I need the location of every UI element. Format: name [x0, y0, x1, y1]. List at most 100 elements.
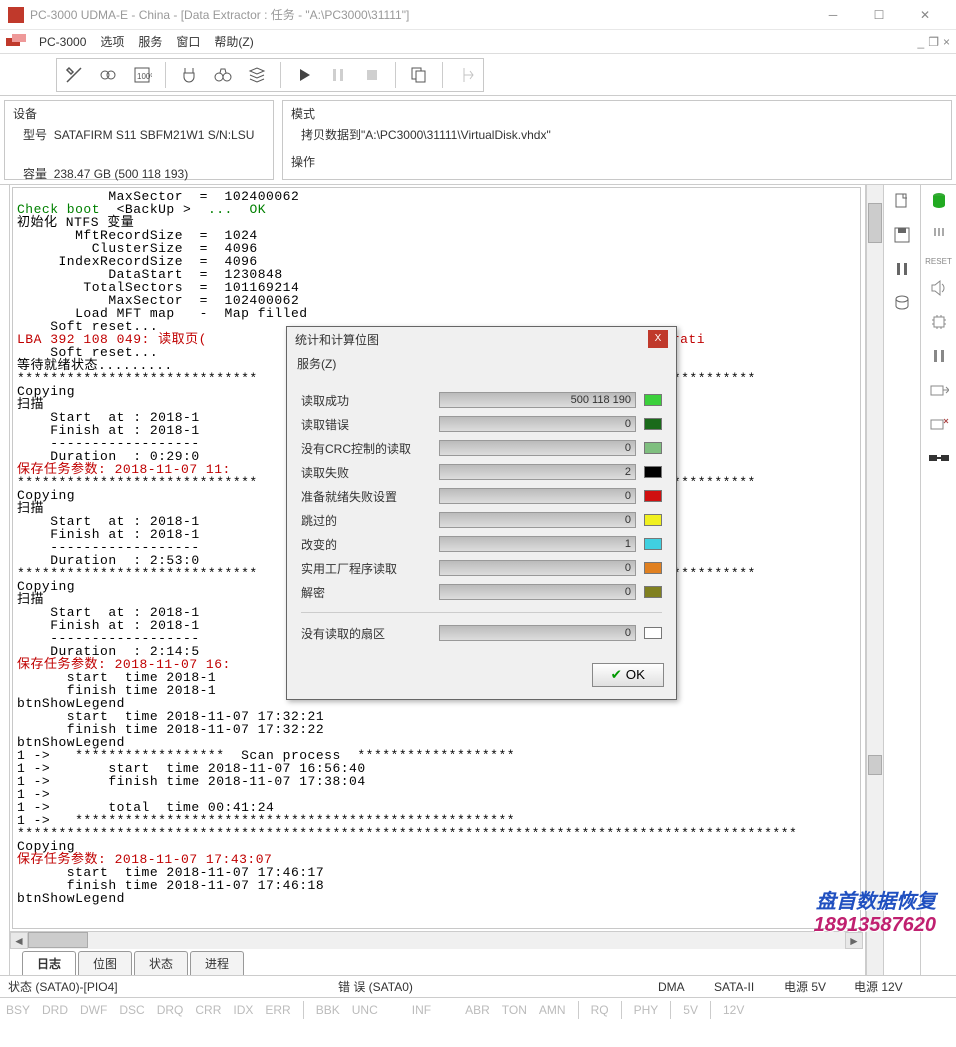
mdi-close-icon[interactable]: ×	[943, 35, 950, 49]
dialog-body: 读取成功500 118 190读取错误0没有CRC控制的读取0读取失败2准备就绪…	[287, 378, 676, 655]
pause-side-icon[interactable]	[889, 257, 915, 281]
save-icon[interactable]	[889, 223, 915, 247]
stat-row: 跳过的0	[301, 508, 662, 532]
cell-blank2	[437, 1003, 459, 1017]
pause-icon[interactable]	[325, 62, 351, 88]
stat-label: 读取失败	[301, 464, 431, 481]
stat-bar: 0	[439, 512, 636, 528]
scroll-left-icon[interactable]: ◄	[10, 932, 28, 949]
device-header: 设备	[13, 105, 265, 122]
play-icon[interactable]	[291, 62, 317, 88]
stat-color-chip	[644, 586, 662, 598]
tab-strip: 日志 位图 状态 进程	[10, 951, 863, 975]
watermark: 盘首数据恢复 18913587620	[814, 885, 936, 937]
stat-label: 实用工厂程序读取	[301, 560, 431, 577]
stat-row: 读取错误 0	[301, 412, 662, 436]
stat-bar: 2	[439, 464, 636, 480]
app-icon	[8, 7, 24, 23]
check-icon: ✔	[611, 667, 622, 682]
ok-button[interactable]: ✔OK	[592, 663, 664, 687]
tab-process[interactable]: 进程	[190, 951, 244, 975]
exit-icon[interactable]	[453, 62, 479, 88]
stat-label: 解密	[301, 584, 431, 601]
device-cap-value: 238.47 GB (500 118 193)	[54, 167, 189, 181]
cell-err: ERR	[259, 1003, 296, 1017]
tab-status[interactable]: 状态	[134, 951, 188, 975]
percent-icon[interactable]: 100%	[129, 62, 155, 88]
status-dma: DMA	[650, 980, 706, 994]
copy-icon[interactable]	[406, 62, 432, 88]
scroll-thumb-v2[interactable]	[868, 755, 882, 775]
stat-label: 读取成功	[301, 392, 431, 409]
pause-2-icon[interactable]	[926, 344, 952, 368]
menu-window[interactable]: 窗口	[169, 30, 207, 53]
stat-bar: 0	[439, 440, 636, 456]
dialog-menu[interactable]: 服务(Z)	[287, 351, 676, 378]
chip-icon[interactable]	[926, 310, 952, 334]
close-button[interactable]: ✕	[902, 0, 948, 30]
mode-line1: 拷贝数据到"A:\PC3000\31111\VirtualDisk.vhdx"	[291, 122, 943, 147]
inner-scroll-v[interactable]	[866, 185, 884, 975]
cell-rq: RQ	[585, 1003, 615, 1017]
mdi-restore-icon[interactable]: ❐	[928, 35, 939, 49]
stat-row: 没有CRC控制的读取0	[301, 436, 662, 460]
menu-pc3000[interactable]: PC-3000	[32, 32, 93, 52]
binoculars-icon[interactable]	[210, 62, 236, 88]
menu-service[interactable]: 服务	[131, 30, 169, 53]
stat-color-chip	[644, 514, 662, 526]
stat-bar: 500 118 190	[439, 392, 636, 408]
maximize-button[interactable]: ☐	[856, 0, 902, 30]
dialog-close-button[interactable]: X	[648, 330, 668, 348]
left-gutter	[0, 185, 10, 975]
stat-label: 读取错误	[301, 416, 431, 433]
stack-icon[interactable]	[244, 62, 270, 88]
menu-options[interactable]: 选项	[93, 30, 131, 53]
cell-drq: DRQ	[151, 1003, 190, 1017]
tools-icon[interactable]	[61, 62, 87, 88]
window-title: PC-3000 UDMA-E - China - [Data Extractor…	[30, 6, 810, 23]
stat-bar: 0	[439, 625, 636, 641]
minimize-button[interactable]: ─	[810, 0, 856, 30]
scroll-thumb[interactable]	[28, 932, 88, 948]
stat-color-chip	[644, 627, 662, 639]
tab-bitmap[interactable]: 位图	[78, 951, 132, 975]
tape-icon[interactable]	[95, 62, 121, 88]
scroll-thumb-v1[interactable]	[868, 203, 882, 243]
device-panel: 设备 型号 SATAFIRM S11 SBFM21W1 S/N:LSU 容量 2…	[4, 100, 274, 180]
drive-remove-icon[interactable]	[926, 412, 952, 436]
plug-icon[interactable]	[176, 62, 202, 88]
stat-row: 读取成功 500 118 190	[301, 388, 662, 412]
dialog-titlebar[interactable]: 统计和计算位图 X	[287, 327, 676, 351]
menu-icon	[6, 34, 26, 50]
tab-log[interactable]: 日志	[22, 951, 76, 975]
log-scroll-h[interactable]: ◄ ►	[10, 931, 863, 949]
reset-icon[interactable]	[926, 223, 952, 247]
connector-icon[interactable]	[926, 446, 952, 470]
stat-color-chip	[644, 442, 662, 454]
stat-color-chip	[644, 394, 662, 406]
cell-amn: AMN	[533, 1003, 572, 1017]
stats-dialog: 统计和计算位图 X 服务(Z) 读取成功500 118 190读取错误0没有CR…	[286, 326, 677, 700]
speaker-icon[interactable]	[926, 276, 952, 300]
mode-header: 模式	[291, 105, 943, 122]
stat-color-chip	[644, 466, 662, 478]
stat-color-chip	[644, 562, 662, 574]
stat-row: 读取失败 2	[301, 460, 662, 484]
cell-unc: UNC	[346, 1003, 384, 1017]
cell-dsc: DSC	[113, 1003, 150, 1017]
stop-icon[interactable]	[359, 62, 385, 88]
stat-label: 准备就绪失败设置	[301, 488, 431, 505]
cell-crr: CRR	[189, 1003, 227, 1017]
menu-help[interactable]: 帮助(Z)	[207, 30, 260, 53]
new-doc-icon[interactable]	[889, 189, 915, 213]
status-12v: 电源 12V	[846, 978, 911, 995]
stat-bar: 0	[439, 416, 636, 432]
cell-bbk: BBK	[310, 1003, 346, 1017]
db-green-icon[interactable]	[926, 189, 952, 213]
drive-out-icon[interactable]	[926, 378, 952, 402]
cell-idx: IDX	[227, 1003, 259, 1017]
status-row-labels: 状态 (SATA0)-[PIO4] 错 误 (SATA0) DMA SATA-I…	[0, 975, 956, 997]
cell-inf: INF	[406, 1003, 437, 1017]
mdi-minimize-icon[interactable]: _	[918, 35, 925, 49]
disk-icon[interactable]	[889, 291, 915, 315]
